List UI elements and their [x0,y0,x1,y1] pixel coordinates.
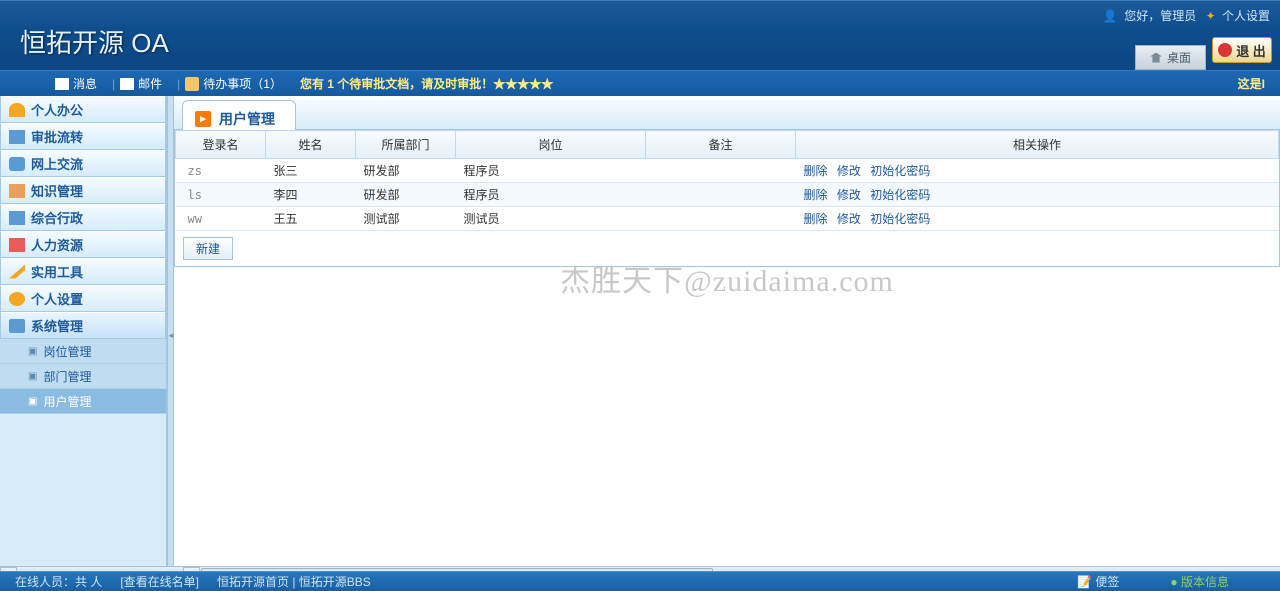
submenu-user[interactable]: 用户管理 [0,389,166,414]
col-post: 岗位 [456,131,646,159]
tab-desktop[interactable]: 桌面 [1135,45,1206,70]
sidebar-item-admin[interactable]: 综合行政 [0,204,166,231]
col-action: 相关操作 [796,131,1279,159]
action-edit[interactable]: 修改 [837,164,861,178]
cell-login: ww [176,207,266,231]
cell-name: 王五 [266,207,356,231]
cell-remark [646,207,796,231]
sidebar-item-personal[interactable]: 个人办公 [0,96,166,123]
cell-name: 李四 [266,183,356,207]
hr-icon [9,238,25,252]
footer-note[interactable]: 📝 便签 [1077,573,1137,590]
gear-icon [9,292,25,306]
col-remark: 备注 [646,131,796,159]
sidebar: 个人办公 审批流转 网上交流 知识管理 综合行政 人力资源 实用工具 个人设置 … [0,96,167,566]
tab-bar: 桌面 [1135,45,1210,70]
user-table: 登录名 姓名 所属部门 岗位 备注 相关操作 zs 张三 研发部 程序员 删除 … [175,130,1279,231]
cell-dept: 研发部 [356,183,456,207]
splitter[interactable] [167,96,174,566]
col-name: 姓名 [266,131,356,159]
content-area: 用户管理 登录名 姓名 所属部门 岗位 备注 相关操作 zs 张三 研发部 程序… [174,96,1280,566]
sidebar-item-knowledge[interactable]: 知识管理 [0,177,166,204]
action-delete[interactable]: 删除 [804,212,828,226]
toolbar-mail[interactable]: 邮件 [120,75,162,92]
hand-icon [185,77,199,91]
submenu: 岗位管理 部门管理 用户管理 [0,339,166,414]
footer: 在线人员：共 人 [查看在线名单] 恒拓开源首页 | 恒拓开源BBS 📝 便签 … [0,571,1280,591]
cell-post: 测试员 [456,207,646,231]
cell-login: ls [176,183,266,207]
mail-icon [120,78,134,90]
submenu-position[interactable]: 岗位管理 [0,339,166,364]
exit-button[interactable]: 退 出 [1212,37,1272,63]
app-logo: 恒拓开源 OA [20,23,169,60]
cell-login: zs [176,159,266,183]
col-login: 登录名 [176,131,266,159]
cell-dept: 研发部 [356,159,456,183]
footer-version[interactable]: ● 版本信息 [1170,573,1247,590]
cell-post: 程序员 [456,159,646,183]
submenu-department[interactable]: 部门管理 [0,364,166,389]
message-icon [55,78,69,90]
sidebar-item-communication[interactable]: 网上交流 [0,150,166,177]
action-reset[interactable]: 初始化密码 [870,212,930,226]
col-dept: 所属部门 [356,131,456,159]
book-icon [9,184,25,198]
cell-dept: 测试部 [356,207,456,231]
action-delete[interactable]: 删除 [804,188,828,202]
table-row: zs 张三 研发部 程序员 删除 修改 初始化密码 [176,159,1279,183]
sidebar-item-approval[interactable]: 审批流转 [0,123,166,150]
header: 恒拓开源 OA 👤 您好，管理员 ✦ 个人设置 桌面 退 出 [0,0,1280,70]
view-online-list[interactable]: [查看在线名单] [120,573,199,590]
settings-icon: ✦ [1206,9,1216,23]
footer-links[interactable]: 恒拓开源首页 | 恒拓开源BBS [217,573,371,590]
sidebar-item-tools[interactable]: 实用工具 [0,258,166,285]
admin-icon [9,211,25,225]
toolbar: 消息 | 邮件 | 待办事项（1） 您有 1 个待审批文档，请及时审批！★★★★… [0,70,1280,96]
action-reset[interactable]: 初始化密码 [870,188,930,202]
cell-name: 张三 [266,159,356,183]
action-delete[interactable]: 删除 [804,164,828,178]
toolbar-right-text: 这是I [1238,75,1265,92]
online-count: 在线人员：共 人 [15,573,102,590]
cell-actions: 删除 修改 初始化密码 [796,159,1279,183]
cell-actions: 删除 修改 初始化密码 [796,183,1279,207]
action-edit[interactable]: 修改 [837,188,861,202]
toolbar-todo[interactable]: 待办事项（1） [185,75,282,92]
user-icon: 👤 [1103,9,1118,23]
personal-settings-link[interactable]: 个人设置 [1222,9,1270,23]
flow-icon [9,130,25,144]
notice-text: 您有 1 个待审批文档，请及时审批！★★★★★ [300,75,553,92]
person-icon [9,103,25,117]
action-reset[interactable]: 初始化密码 [870,164,930,178]
top-right-bar: 👤 您好，管理员 ✦ 个人设置 [1103,7,1270,24]
cell-actions: 删除 修改 初始化密码 [796,207,1279,231]
sidebar-item-settings[interactable]: 个人设置 [0,285,166,312]
action-edit[interactable]: 修改 [837,212,861,226]
content-header: 用户管理 [174,100,1280,130]
tool-icon [9,265,25,279]
table-row: ls 李四 研发部 程序员 删除 修改 初始化密码 [176,183,1279,207]
sidebar-item-hr[interactable]: 人力资源 [0,231,166,258]
cell-post: 程序员 [456,183,646,207]
cell-remark [646,159,796,183]
greeting-text: 您好，管理员 [1124,9,1196,23]
toolbar-messages[interactable]: 消息 [55,75,97,92]
cell-remark [646,183,796,207]
chat-icon [9,157,25,171]
table-row: ww 王五 测试部 测试员 删除 修改 初始化密码 [176,207,1279,231]
sidebar-item-system[interactable]: 系统管理 [0,312,166,339]
system-icon [9,319,25,333]
page-title: 用户管理 [182,100,296,130]
new-button[interactable]: 新建 [183,237,233,260]
